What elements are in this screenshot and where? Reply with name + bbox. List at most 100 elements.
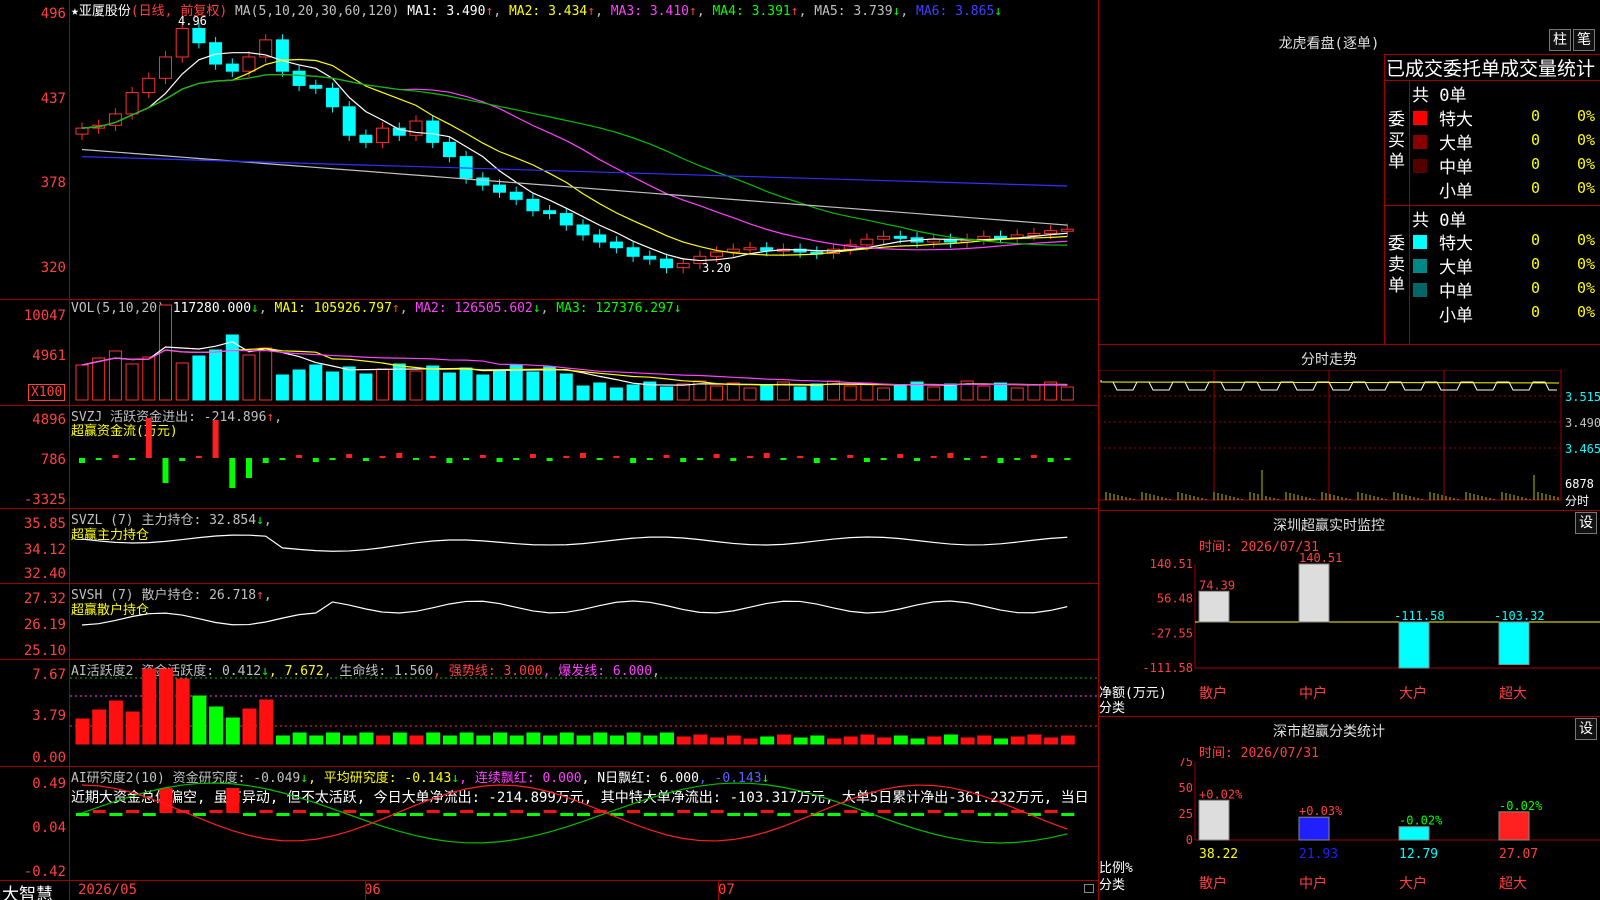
activity-bar [1060,735,1075,745]
volume-bar [710,385,724,401]
volume-bar [359,373,373,401]
bar-mode-button[interactable]: 柱 [1549,29,1571,51]
research-bar [326,813,340,816]
activity-bar [259,699,274,745]
volume-chart[interactable] [70,300,1098,405]
research-bar [293,810,307,813]
activity-bar [426,732,441,745]
order-percent: 0% [1577,231,1596,249]
order-count: 0 [1531,155,1541,173]
order-size-label: 小单 [1439,306,1473,326]
buy-side-label: 委买单 [1388,110,1405,172]
research-bar [877,810,891,813]
research-bar [994,813,1008,816]
volume-bar [275,374,289,401]
activity-bar [994,738,1008,745]
research-bar [911,813,924,816]
research-bar [410,813,423,816]
activity-bar [476,735,491,745]
order-percent: 0% [1577,303,1596,321]
candle [459,156,473,179]
activity-bar [609,735,624,745]
data-label: 38.22 [1199,847,1238,862]
candle [559,213,573,226]
y-tick: 4961 [32,348,66,364]
flow-bar [964,458,971,460]
flow-bar [630,458,637,463]
activity-bar [793,737,808,745]
activity-bar [559,732,574,745]
activity-bar [125,711,140,745]
research-chart[interactable] [70,767,1098,880]
classify-chart[interactable]: 75 50 25 0 +0.02% 38.22 散户 +0.03% 21.93 中户 -0.02% 1… [1099,758,1600,900]
y-tick: 3.515 [1565,390,1600,404]
ma2-line [81,58,1068,256]
candle [543,210,557,215]
candlestick-chart[interactable] [70,0,1098,299]
activity-chart[interactable] [70,660,1098,766]
research-bar [159,788,173,813]
y-tick: 50 [1179,781,1193,795]
flow-bar [329,458,336,460]
classify-xlabel: 分类 [1099,878,1126,893]
vol-tick: 6878 [1565,477,1594,491]
flow-bar [546,458,553,461]
research-bar [627,810,641,813]
order-size-label: 大单 [1439,134,1473,154]
research-bar [243,813,256,816]
app-logo[interactable]: 大智慧 [2,880,53,900]
change-label: -0.02% [1399,814,1443,828]
ma4-line [81,73,1068,246]
candle [509,191,523,200]
lhb-title: 龙虎看盘(逐单) [1278,36,1380,52]
flow-bar [747,456,753,458]
avg-line [1100,381,1560,384]
order-count: 0 [1531,107,1541,125]
y-tick: 0.00 [32,750,66,766]
monitor-chart[interactable]: 140.51 56.48 -27.55 -111.58 74.39 散户 140.51 中户 -… [1099,552,1600,716]
order-count: 0 [1531,231,1541,249]
candle [75,127,89,135]
activity-bar [493,732,507,745]
order-size-label: 特大 [1439,234,1473,254]
monitor-settings-button[interactable]: 设 [1575,512,1597,534]
flow-bar [312,458,319,462]
activity-bar [359,732,374,745]
monitor-bar [1498,621,1530,666]
lock-icon[interactable] [1084,884,1094,893]
research-bar [844,810,858,813]
research-bar [109,813,123,816]
main-position-chart[interactable] [70,509,1098,583]
candle [442,141,456,158]
tick-mode-button[interactable]: 笔 [1573,29,1595,51]
classify-settings-button[interactable]: 设 [1575,718,1597,740]
candle [660,258,673,269]
flow-bar [446,458,453,463]
fund-flow-chart[interactable] [70,406,1098,508]
retail-position-chart[interactable] [70,584,1098,659]
order-percent: 0% [1577,255,1596,273]
activity-bar [142,668,157,745]
flow-bar [680,458,687,462]
activity-bar [943,734,958,745]
order-size-label: 大单 [1439,258,1473,278]
monitor-bar [1398,621,1430,669]
classify-bar [1398,826,1430,841]
category-label: 散户 [1199,875,1227,892]
color-swatch [1413,135,1427,149]
activity-bar [376,735,391,745]
activity-bar [676,736,691,745]
research-bar [643,813,657,816]
activity-bar [893,735,908,745]
y-tick: 56.48 [1157,592,1193,606]
y-tick: 786 [40,452,66,468]
high-marker: 4.96 [178,14,207,28]
research-bar [1061,813,1075,816]
classify-title: 深市超赢分类统计 [1273,724,1385,740]
flow-bar [980,456,987,458]
intraday-chart[interactable] [1099,370,1600,508]
activity-bar [175,678,190,745]
activity-bar [1027,734,1042,745]
monitor-bar [1198,590,1230,623]
activity-bar [860,734,875,745]
